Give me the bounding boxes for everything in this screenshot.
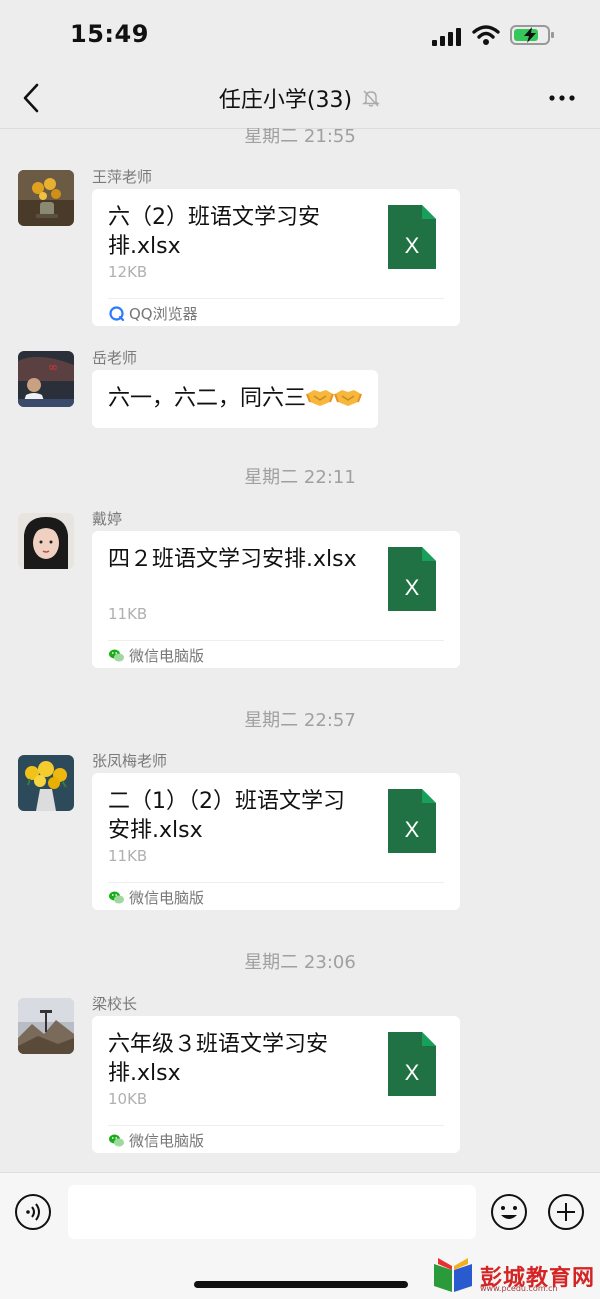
file-source: 微信电脑版 (108, 1130, 204, 1151)
handshake-emoji-icon (306, 390, 334, 406)
avatar[interactable] (18, 755, 74, 811)
qq-browser-icon (109, 306, 125, 322)
card-divider (108, 1125, 444, 1126)
status-bar: 15:49 (0, 0, 600, 70)
excel-file-icon: X (388, 1032, 436, 1096)
sender-name: 戴婷 (92, 510, 123, 528)
file-source-label: QQ浏览器 (129, 305, 198, 323)
card-divider (108, 640, 444, 641)
file-source-label: 微信电脑版 (129, 1132, 205, 1150)
chat-title: 任庄小学(33) (0, 82, 600, 114)
more-dots-icon[interactable] (548, 88, 576, 108)
book-logo-icon (434, 1258, 472, 1292)
timestamp: 星期二 22:11 (244, 467, 356, 488)
file-name: 二（1）（2）班语文学习安排.xlsx (108, 789, 345, 843)
mute-bell-icon (361, 90, 381, 107)
handshake-emoji-icon (334, 390, 362, 406)
watermark-url: www.pcedu.com.cn (480, 1284, 558, 1293)
file-source: QQ浏览器 (108, 303, 198, 324)
file-message-card[interactable]: 六（2）班语文学习安排.xlsx 12KB X QQ浏览器 (92, 189, 460, 326)
sender-name: 张凤梅老师 (92, 752, 168, 770)
home-indicator[interactable] (194, 1281, 408, 1288)
message-input[interactable] (68, 1185, 476, 1239)
file-message-card[interactable]: 二（1）（2）班语文学习安排.xlsx 11KB X 微信电脑版 (92, 773, 460, 910)
signal-icon (432, 28, 461, 46)
file-message-card[interactable]: 六年级３班语文学习安排.xlsx 10KB X 微信电脑版 (92, 1016, 460, 1153)
avatar[interactable] (18, 998, 74, 1054)
avatar[interactable]: ∞ (18, 351, 74, 407)
file-source-label: 微信电脑版 (129, 647, 205, 665)
wechat-pc-icon (109, 1134, 124, 1147)
wechat-pc-icon (109, 891, 124, 904)
status-time: 15:49 (70, 20, 149, 48)
chat-message-list[interactable]: 星期二 21:55 王萍老师 六（2）班语文学习安排.xlsx 12KB X Q (0, 128, 600, 1172)
group-name: 任庄小学(33) (218, 88, 353, 113)
sender-name: 王萍老师 (92, 168, 153, 186)
timestamp: 星期二 22:57 (244, 710, 356, 731)
sender-name: 梁校长 (92, 995, 138, 1013)
excel-letter: X (405, 817, 420, 842)
avatar[interactable] (18, 170, 74, 226)
battery-charging-icon (510, 25, 554, 45)
svg-text:∞: ∞ (48, 360, 58, 374)
card-divider (108, 882, 444, 883)
voice-icon[interactable] (14, 1193, 52, 1231)
file-source: 微信电脑版 (108, 887, 204, 908)
file-source: 微信电脑版 (108, 645, 204, 666)
chat-header: 任庄小学(33) (0, 70, 600, 129)
avatar[interactable] (18, 513, 74, 569)
text-message-bubble[interactable]: 六一，六二，同六三 (92, 370, 379, 428)
file-size: 11KB (108, 847, 148, 865)
wifi-icon (472, 25, 500, 45)
emoji-icon[interactable] (490, 1193, 528, 1231)
plus-icon[interactable] (547, 1193, 585, 1231)
file-size: 11KB (108, 605, 148, 623)
excel-letter: X (405, 575, 420, 600)
timestamp: 星期二 21:55 (244, 128, 356, 147)
excel-letter: X (405, 1060, 420, 1085)
file-size: 10KB (108, 1090, 148, 1108)
sender-name: 岳老师 (92, 349, 138, 367)
file-message-card[interactable]: 四２班语文学习安排.xlsx 11KB X 微信电脑版 (92, 531, 460, 668)
file-name: 六年级３班语文学习安排.xlsx (108, 1032, 329, 1086)
excel-file-icon: X (388, 547, 436, 611)
excel-file-icon: X (388, 789, 436, 853)
wechat-pc-icon (109, 649, 124, 662)
timestamp: 星期二 23:06 (244, 952, 356, 973)
file-size: 12KB (108, 263, 148, 281)
card-divider (108, 298, 444, 299)
excel-letter: X (405, 233, 420, 258)
message-text: 六一，六二，同六三 (108, 386, 307, 411)
file-name: 六（2）班语文学习安排.xlsx (108, 205, 320, 259)
excel-file-icon: X (388, 205, 436, 269)
file-source-label: 微信电脑版 (129, 889, 205, 907)
file-name: 四２班语文学习安排.xlsx (108, 547, 357, 572)
